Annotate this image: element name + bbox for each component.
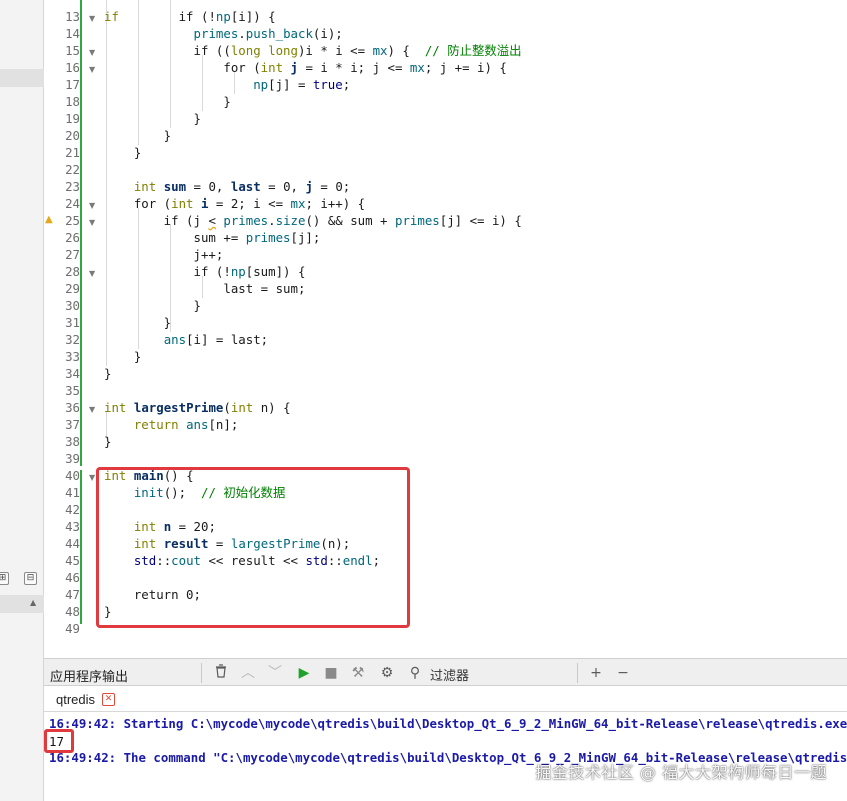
code-line: } xyxy=(104,145,142,160)
tab-qtredis[interactable]: qtredis ✕ xyxy=(50,689,119,710)
code-line: } xyxy=(104,315,172,330)
watermark: 掘金技术社区 @ 福大大架构师每日一题 xyxy=(535,763,827,782)
close-icon[interactable]: ✕ xyxy=(102,693,116,706)
line-number: 32 xyxy=(65,332,80,347)
run-icon[interactable]: ▶ xyxy=(295,664,313,682)
line-number: 28 ▼ xyxy=(44,263,99,280)
line-number: 23 xyxy=(65,179,80,194)
line-number: 46 xyxy=(65,570,80,585)
line-number: 38 xyxy=(65,434,80,449)
line-number: 13 ▼ xyxy=(44,8,99,25)
code-line: } xyxy=(104,94,231,109)
line-number: 41 xyxy=(65,485,80,500)
output-pane-toolbar: 应用程序输出 ︿ ﹀ ▶ ■ ⚒ ⚙ ⚲ 过滤器 + − xyxy=(44,658,847,686)
line-number: 37 xyxy=(65,417,80,432)
line-number: 44 xyxy=(65,536,80,551)
search-icon[interactable]: ⚲ xyxy=(406,664,424,682)
output-tab-bar: qtredis ✕ xyxy=(44,686,847,712)
line-number: 18 xyxy=(65,94,80,109)
line-number: 31 xyxy=(65,315,80,330)
settings-icon[interactable]: ⚙ xyxy=(378,664,396,682)
code-line: if (j < primes.size() && sum + primes[j]… xyxy=(104,213,522,228)
line-number: 15 ▼ xyxy=(44,42,99,59)
output-text-area[interactable]: 16:49:42: Starting C:\mycode\mycode\qtre… xyxy=(44,712,847,801)
sidebar-selected-row-2[interactable] xyxy=(0,595,44,613)
code-line: if if (!np[i]) { xyxy=(104,9,276,24)
line-number: 43 xyxy=(65,519,80,534)
line-number: 47 xyxy=(65,587,80,602)
result-highlight-box xyxy=(44,729,74,753)
line-number: 25 ▼ ▲ xyxy=(44,212,99,229)
line-number: 19 xyxy=(65,111,80,126)
line-number-gutter: 13 ▼ 14 15 ▼ 16 ▼ 17 18 19 20 21 22 23 24 ▼ 25 ▼ ▲ 26 27 28 ▼ 2… xyxy=(44,0,99,658)
line-number: 36 ▼ xyxy=(44,399,99,416)
main-function-highlight-box xyxy=(96,467,410,628)
line-number: 40 ▼ xyxy=(44,467,99,484)
left-sidebar: ⊞ ⊟ ▲ xyxy=(0,0,44,801)
output-pane-title: 应用程序输出 xyxy=(50,669,129,684)
line-number: 17 xyxy=(65,77,80,92)
line-number: 20 xyxy=(65,128,80,143)
line-number: 29 xyxy=(65,281,80,296)
line-number: 49 xyxy=(65,621,80,636)
line-number: 45 xyxy=(65,553,80,568)
line-number: 22 xyxy=(65,162,80,177)
line-number: 26 xyxy=(65,230,80,245)
scroll-up-icon[interactable]: ▲ xyxy=(30,598,36,607)
filter-input[interactable]: 过滤器 xyxy=(430,665,469,684)
code-line: } xyxy=(104,349,142,364)
line-number: 21 xyxy=(65,145,80,160)
line-number: 16 ▼ xyxy=(44,59,99,76)
code-line: return ans[n]; xyxy=(104,417,239,432)
code-line: last = sum; xyxy=(104,281,306,296)
code-line: for (int j = i * i; j <= mx; j += i) { xyxy=(104,60,507,75)
line-number: 42 xyxy=(65,502,80,517)
code-line: sum += primes[j]; xyxy=(104,230,321,245)
line-number: 35 xyxy=(65,383,80,398)
minus-icon[interactable]: − xyxy=(614,664,632,682)
collapse-icon[interactable]: ⊟ xyxy=(24,572,37,585)
output-line-start: 16:49:42: Starting C:\mycode\mycode\qtre… xyxy=(49,716,847,731)
line-number: 39 xyxy=(65,451,80,466)
change-marker xyxy=(80,0,82,466)
code-line: for (int i = 2; i <= mx; i++) { xyxy=(104,196,366,211)
code-line: primes.push_back(i); xyxy=(193,26,343,41)
line-number: 34 xyxy=(65,366,80,381)
code-line: if (!np[sum]) { xyxy=(104,264,306,279)
code-line: } xyxy=(104,111,201,126)
build-run-icon[interactable]: ⚒ xyxy=(349,664,367,682)
code-line: np[j] = true; xyxy=(253,77,351,92)
code-line: ans[i] = last; xyxy=(163,332,269,347)
plus-icon[interactable]: + xyxy=(587,664,605,682)
code-line: } xyxy=(104,434,112,449)
expand-icon[interactable]: ⊞ xyxy=(0,572,9,585)
arrow-down-icon[interactable]: ﹀ xyxy=(266,664,284,682)
change-marker xyxy=(80,470,82,624)
sidebar-selected-row[interactable] xyxy=(0,69,44,87)
stop-icon[interactable]: ■ xyxy=(322,664,340,682)
warning-icon[interactable]: ▲ xyxy=(45,211,53,228)
line-number: 14 xyxy=(65,26,80,41)
line-number: 24 ▼ xyxy=(44,195,99,212)
line-number: 27 xyxy=(65,247,80,262)
code-line: } xyxy=(104,366,112,381)
code-line: if ((long long)i * i <= mx) { // 防止整数溢出 xyxy=(104,43,522,58)
code-line: } xyxy=(104,298,201,313)
code-line: j++; xyxy=(104,247,224,262)
tab-label: qtredis xyxy=(56,692,96,707)
line-number: 33 xyxy=(65,349,80,364)
arrow-up-icon[interactable]: ︿ xyxy=(239,664,257,682)
trash-icon[interactable] xyxy=(212,664,230,682)
code-line: } xyxy=(104,128,172,143)
line-number: 48 xyxy=(65,604,80,619)
code-line: int sum = 0, last = 0, j = 0; xyxy=(133,179,351,194)
code-line: int largestPrime(int n) { xyxy=(104,400,291,415)
line-number: 30 xyxy=(65,298,80,313)
